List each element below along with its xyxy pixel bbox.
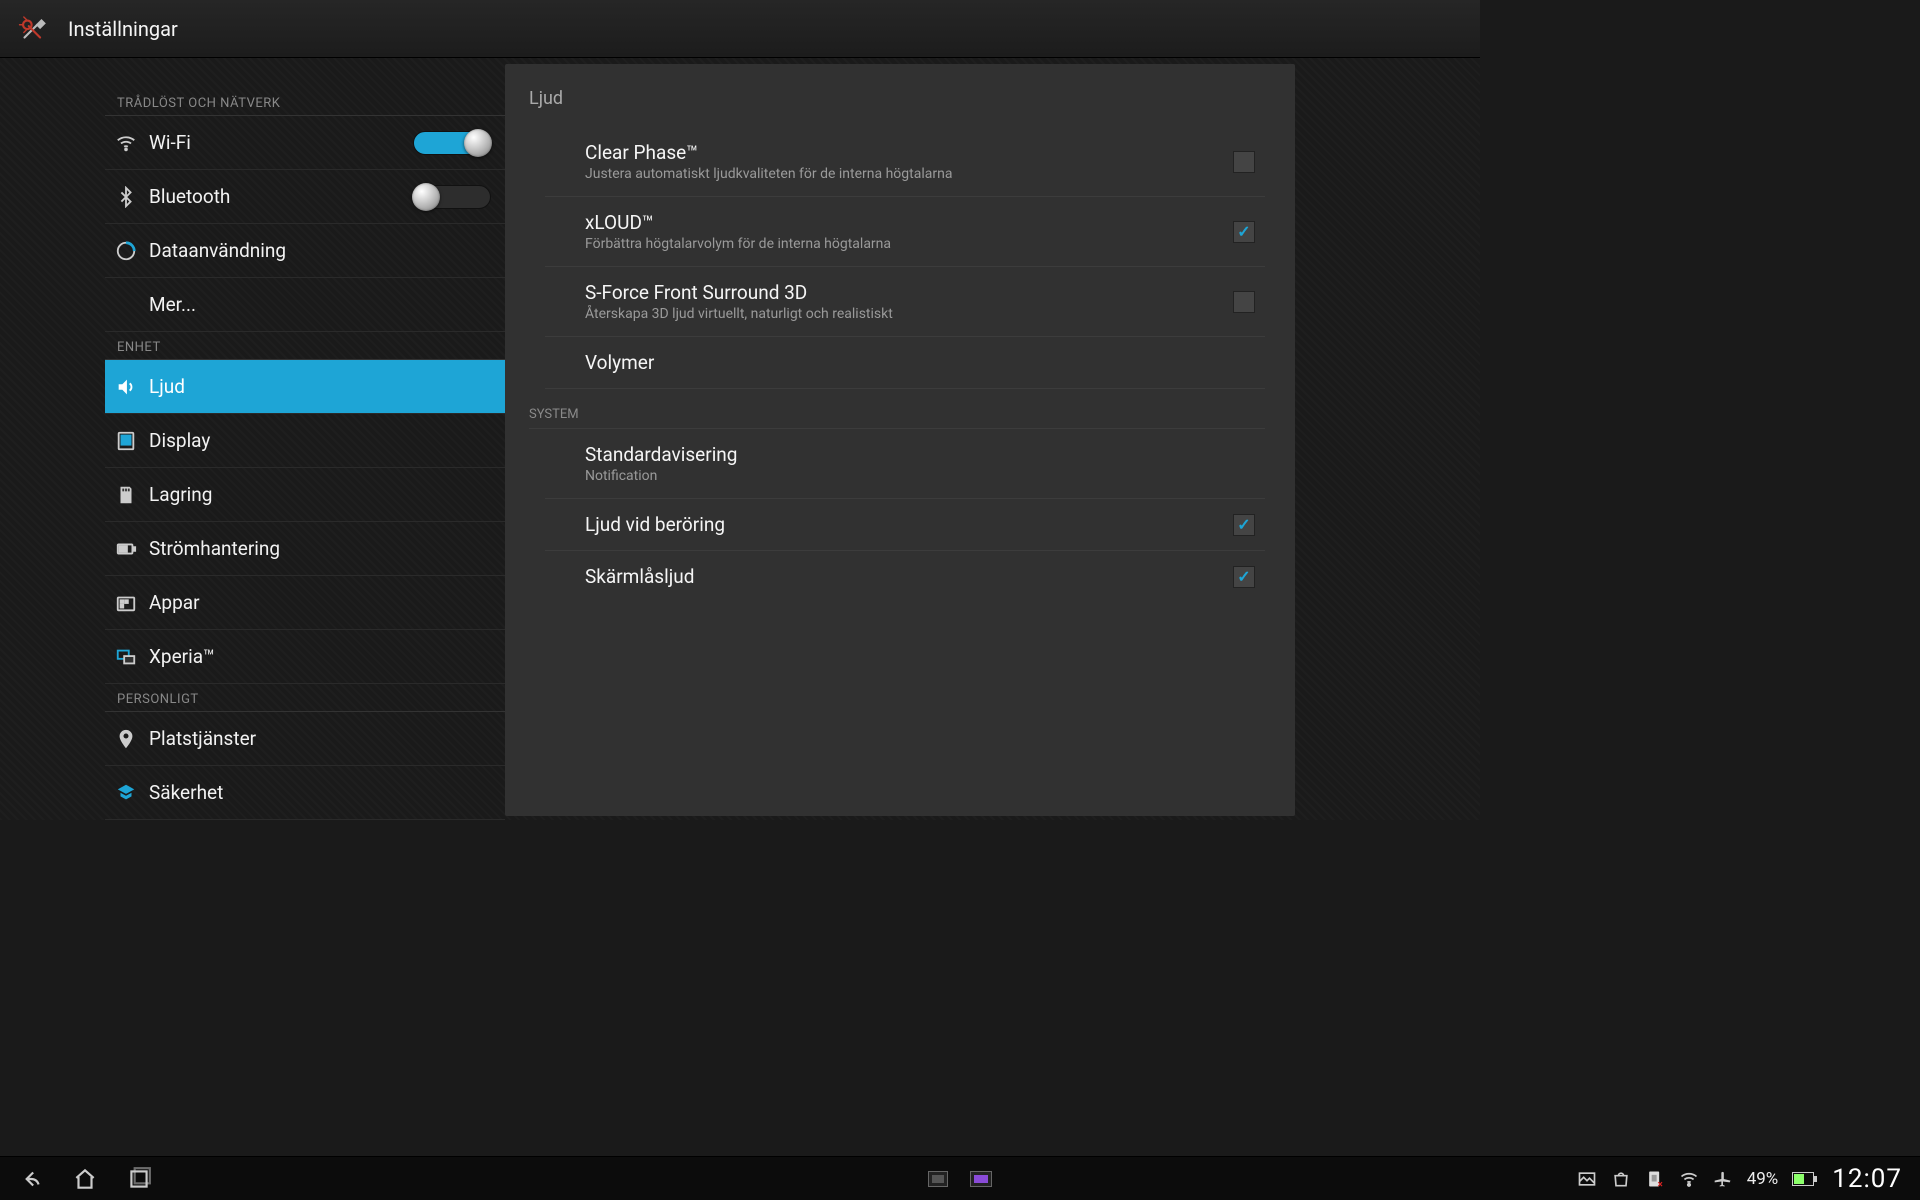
back-button[interactable] <box>18 1166 44 1192</box>
sidebar-item-label: Strömhantering <box>149 537 280 560</box>
detail-title: Ljud <box>529 88 1265 109</box>
small-app-1[interactable] <box>928 1171 948 1187</box>
sound-icon <box>115 376 137 398</box>
sim-error-icon: × <box>1645 1169 1665 1189</box>
settings-sidebar: TRÅDLÖST OCH NÄTVERK Wi-Fi Bluetooth Dat… <box>105 58 505 820</box>
recents-button[interactable] <box>126 1166 152 1192</box>
sidebar-item-power[interactable]: Strömhantering <box>105 522 505 576</box>
system-navbar: × 49% 12:07 <box>0 1156 1920 1200</box>
setting-title: Ljud vid beröring <box>585 513 1233 536</box>
sidebar-item-more[interactable]: Mer... <box>105 278 505 332</box>
display-icon <box>115 430 137 452</box>
sidebar-item-label: Säkerhet <box>149 781 223 804</box>
sidebar-item-location[interactable]: Platstjänster <box>105 712 505 766</box>
battery-percent: 49% <box>1747 1169 1779 1189</box>
sidebar-item-apps[interactable]: Appar <box>105 576 505 630</box>
setting-default-notification[interactable]: Standardavisering Notification <box>545 429 1265 499</box>
sidebar-item-label: Appar <box>149 591 200 614</box>
apps-icon <box>115 592 137 614</box>
wifi-status-icon <box>1679 1169 1699 1189</box>
setting-volumes[interactable]: Volymer <box>545 337 1265 389</box>
bluetooth-toggle[interactable] <box>413 185 491 209</box>
svg-text:×: × <box>1657 1179 1662 1189</box>
battery-icon <box>1792 1172 1814 1186</box>
sidebar-item-label: Wi-Fi <box>149 131 191 154</box>
sidebar-item-wifi[interactable]: Wi-Fi <box>105 116 505 170</box>
home-button[interactable] <box>72 1166 98 1192</box>
setting-xloud[interactable]: xLOUD™ Förbättra högtalarvolym för de in… <box>545 197 1265 267</box>
setting-sforce[interactable]: S-Force Front Surround 3D Återskapa 3D l… <box>545 267 1265 337</box>
data-usage-icon <box>115 240 137 262</box>
wifi-toggle[interactable] <box>413 131 491 155</box>
section-header-personal: PERSONLIGT <box>105 684 505 712</box>
action-bar: Inställningar <box>0 0 1480 58</box>
setting-desc: Förbättra högtalarvolym för de interna h… <box>585 236 1233 252</box>
lock-sounds-checkbox[interactable] <box>1233 566 1255 588</box>
sidebar-item-data-usage[interactable]: Dataanvändning <box>105 224 505 278</box>
bluetooth-icon <box>115 186 137 208</box>
setting-title: xLOUD™ <box>585 211 1233 234</box>
small-app-2[interactable] <box>970 1171 992 1187</box>
section-header-wireless: TRÅDLÖST OCH NÄTVERK <box>105 88 505 116</box>
page-title: Inställningar <box>68 17 178 41</box>
sidebar-item-display[interactable]: Display <box>105 414 505 468</box>
setting-lock-sounds[interactable]: Skärmlåsljud <box>545 551 1265 602</box>
sidebar-item-storage[interactable]: Lagring <box>105 468 505 522</box>
sidebar-item-bluetooth[interactable]: Bluetooth <box>105 170 505 224</box>
setting-title: Standardavisering <box>585 443 1265 466</box>
setting-title: Volymer <box>585 351 1265 374</box>
location-icon <box>115 728 137 750</box>
sidebar-item-label: Bluetooth <box>149 185 230 208</box>
wifi-icon <box>115 132 137 154</box>
xloud-checkbox[interactable] <box>1233 221 1255 243</box>
storage-icon <box>115 484 137 506</box>
sforce-checkbox[interactable] <box>1233 291 1255 313</box>
section-header-device: ENHET <box>105 332 505 360</box>
setting-desc: Justera automatiskt ljudkvaliteten för d… <box>585 166 1233 182</box>
setting-title: Clear Phase™ <box>585 141 1233 164</box>
sidebar-item-label: Lagring <box>149 483 212 506</box>
sidebar-item-sound[interactable]: Ljud <box>105 360 505 414</box>
detail-section-system: SYSTEM <box>529 389 1265 429</box>
shop-icon[interactable] <box>1611 1169 1631 1189</box>
power-icon <box>115 538 137 560</box>
setting-title: S-Force Front Surround 3D <box>585 281 1233 304</box>
security-icon <box>115 782 137 804</box>
airplane-mode-icon <box>1713 1169 1733 1189</box>
sidebar-item-label: Xperia™ <box>149 645 215 668</box>
settings-icon <box>16 12 50 46</box>
touch-sounds-checkbox[interactable] <box>1233 514 1255 536</box>
sidebar-item-label: Dataanvändning <box>149 239 286 262</box>
xperia-icon <box>115 646 137 668</box>
setting-desc: Notification <box>585 468 1265 484</box>
clear-phase-checkbox[interactable] <box>1233 151 1255 173</box>
sidebar-item-label: Ljud <box>149 375 185 398</box>
status-clock: 12:07 <box>1832 1164 1902 1194</box>
sidebar-item-label: Display <box>149 429 210 452</box>
sidebar-item-label: Platstjänster <box>149 727 256 750</box>
setting-desc: Återskapa 3D ljud virtuellt, naturligt o… <box>585 306 1233 322</box>
sidebar-item-label: Mer... <box>149 293 196 316</box>
setting-title: Skärmlåsljud <box>585 565 1233 588</box>
gallery-icon[interactable] <box>1577 1169 1597 1189</box>
sidebar-item-security[interactable]: Säkerhet <box>105 766 505 820</box>
sidebar-item-xperia[interactable]: Xperia™ <box>105 630 505 684</box>
setting-clear-phase[interactable]: Clear Phase™ Justera automatiskt ljudkva… <box>545 127 1265 197</box>
setting-touch-sounds[interactable]: Ljud vid beröring <box>545 499 1265 551</box>
detail-pane: Ljud Clear Phase™ Justera automatiskt lj… <box>505 64 1295 816</box>
